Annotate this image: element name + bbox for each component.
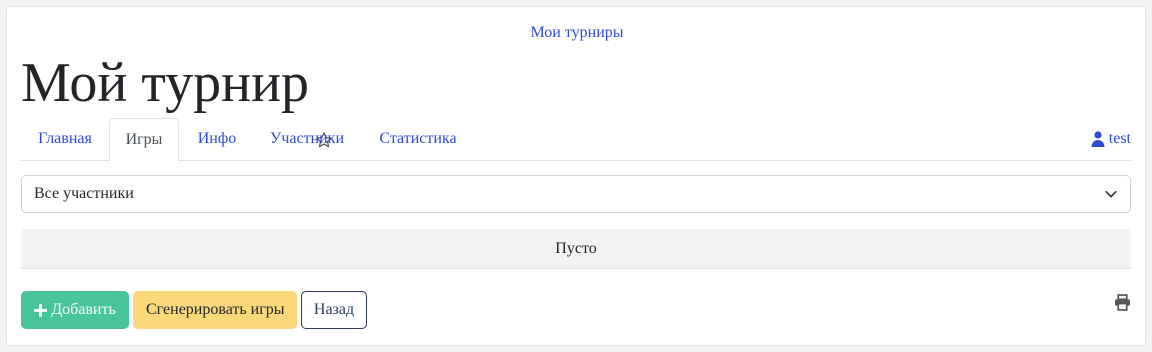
tab-participants[interactable]: Участники — [261, 118, 353, 160]
add-game-button[interactable]: Добавить — [21, 291, 129, 329]
back-button[interactable]: Назад — [301, 291, 367, 329]
user-icon — [1091, 131, 1105, 147]
star-icon[interactable] — [315, 93, 333, 148]
user-name: test — [1108, 130, 1131, 147]
participant-filter-select[interactable]: Все участники — [21, 175, 1131, 213]
my-tournaments-link[interactable]: Мои турниры — [7, 24, 1147, 42]
add-game-label: Добавить — [51, 301, 116, 318]
tab-statistics[interactable]: Статистика — [368, 118, 468, 160]
tab-main[interactable]: Главная — [21, 118, 109, 160]
print-icon[interactable] — [1114, 294, 1131, 311]
tournament-card: Мои турниры Мой турнир Главная Игры Инфо… — [6, 6, 1146, 346]
tournament-tabs: Главная Игры Инфо Участники Статистика t… — [21, 118, 1131, 161]
user-menu[interactable]: test — [1091, 118, 1131, 160]
tab-games[interactable]: Игры — [109, 118, 179, 161]
page-title-text: Мой турнир — [21, 52, 310, 114]
chevron-down-icon — [1105, 190, 1117, 198]
participant-filter-value: Все участники — [34, 185, 134, 202]
tab-info[interactable]: Инфо — [185, 118, 249, 160]
plus-icon — [34, 303, 48, 317]
games-empty-row: Пусто — [21, 229, 1131, 269]
generate-games-button[interactable]: Сгенерировать игры — [133, 291, 297, 329]
page-title: Мой турнир — [21, 45, 333, 148]
